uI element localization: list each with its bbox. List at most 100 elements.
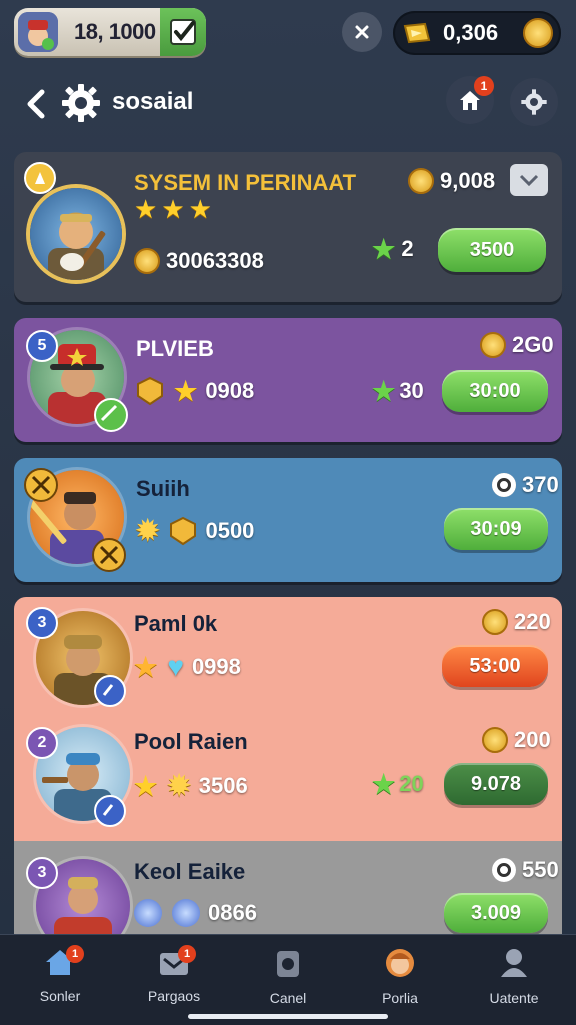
nav-item-porlia[interactable]: Porlia	[350, 947, 450, 1006]
nav-label: Pargaos	[147, 988, 201, 1004]
coin-value: 550	[522, 857, 559, 882]
team-card[interactable]: 5 PLVIEB 2G0 ★ 0908 ★ 30 30:00	[14, 318, 562, 442]
coin-stat: 9,008	[408, 168, 495, 194]
gold-coin-icon	[482, 609, 508, 635]
settings-gear-icon	[521, 89, 547, 115]
nav-item-pargaos[interactable]: 1 Pargaos	[124, 945, 224, 1004]
star-stat: ★ 30	[372, 378, 424, 404]
nav-label: Porlia	[382, 990, 418, 1006]
coin-stat: 200	[482, 727, 551, 753]
home-notification-badge: 1	[474, 76, 494, 96]
gold-coin-icon	[480, 332, 506, 358]
player-level-value: 18, 1000	[74, 19, 156, 44]
nav-badge: 1	[178, 945, 196, 963]
star-icon: ★	[134, 194, 158, 224]
home-indicator	[188, 1014, 388, 1019]
stat-value: 0908	[205, 378, 255, 403]
coin-stat: 550	[492, 857, 559, 883]
team-card[interactable]: Suiih 370 ✹ 0500 30:09	[14, 458, 562, 582]
screen-header: sosaial 1	[0, 76, 576, 132]
gold-ticket-icon	[403, 22, 431, 44]
stat-value: 0866	[208, 900, 257, 925]
stat-value: 0500	[205, 517, 255, 543]
card-title: Suiih	[136, 476, 190, 501]
team-card[interactable]: SYSEM IN PERINAAT ★ ★ ★ 9,008 30063308 ★…	[14, 152, 562, 302]
edit-icon	[94, 795, 126, 827]
sun-icon: ✹	[136, 515, 160, 546]
card-action-button[interactable]: 3.009	[444, 893, 548, 933]
gold-coin-icon	[523, 18, 553, 48]
player-avatar-icon	[18, 12, 58, 52]
currency-stat: 30063308	[134, 248, 264, 274]
green-star-icon: ★	[372, 234, 396, 264]
profile-avatar-icon	[386, 949, 414, 977]
star-stat: ★ 2	[372, 236, 414, 262]
home-button[interactable]: 1	[446, 76, 494, 124]
star-icon: ★	[134, 652, 158, 682]
sword-icon	[94, 398, 128, 432]
star-icon: ★	[174, 376, 198, 406]
rank-badge: 3	[26, 857, 58, 889]
timer-icon	[492, 858, 516, 882]
level-stat: ★ ♥ 0998	[134, 651, 241, 683]
nav-label: Uatente	[489, 990, 539, 1006]
coin-value: 370	[522, 472, 559, 497]
coin-stat: 2G0	[480, 332, 554, 358]
card-title: Keol Eaike	[134, 859, 246, 884]
shop-icon	[277, 951, 299, 977]
star-stat: ★ 20	[372, 771, 424, 797]
team-card[interactable]: 3 Keol Eaike 550 0866 3.009	[14, 841, 562, 934]
team-group-panel: 3 Paml 0k 220 ★ ♥ 0998 53:00 2 Pool Raie…	[14, 597, 562, 934]
level-stat: ✹ 0500	[136, 514, 254, 547]
star-count: 20	[399, 771, 424, 796]
stat-value: 3506	[198, 772, 248, 798]
level-stat: 0866	[134, 899, 257, 927]
coin-value: 9,008	[440, 168, 496, 193]
shield-icon	[170, 516, 197, 545]
gold-coin-icon	[482, 727, 508, 753]
expand-dropdown[interactable]	[510, 164, 548, 196]
card-action-button[interactable]: 9.078	[444, 763, 548, 805]
card-action-button[interactable]: 53:00	[442, 645, 548, 687]
rating-stars: ★ ★ ★	[134, 196, 212, 222]
nav-label: Sonler	[39, 988, 81, 1004]
bottom-nav: 1 Sonler 1 Pargaos Canel Porlia Uatente	[0, 934, 576, 1025]
gold-coin-icon	[408, 168, 434, 194]
card-action-button[interactable]: 30:09	[444, 508, 548, 550]
green-star-icon: ★	[372, 376, 396, 406]
page-title: sosaial	[112, 88, 194, 115]
shield-icon	[137, 376, 163, 406]
card-action-button[interactable]: 3500	[438, 228, 546, 272]
close-icon[interactable]	[342, 12, 382, 52]
chevron-down-icon	[519, 174, 539, 186]
coin-value: 200	[514, 727, 551, 752]
currency-value: 30063308	[166, 248, 264, 273]
crossed-swords-icon	[92, 538, 126, 572]
nav-label: Canel	[269, 990, 307, 1006]
card-title: Paml 0k	[134, 611, 218, 636]
back-chevron-icon[interactable]	[24, 88, 48, 120]
level-stat: ★ ✹ 3506	[134, 769, 248, 802]
gear-icon	[62, 84, 100, 122]
player-level-pill[interactable]: 18, 1000	[14, 8, 206, 56]
coin-value: 220	[514, 609, 551, 634]
nav-badge: 1	[66, 945, 84, 963]
nav-item-sonler[interactable]: 1 Sonler	[10, 945, 110, 1004]
gem-icon	[172, 899, 200, 927]
rank-badge	[24, 162, 56, 194]
currency-pill[interactable]: 0,306	[393, 11, 561, 55]
crossed-swords-icon	[24, 468, 58, 502]
card-action-button[interactable]: 30:00	[442, 370, 548, 412]
rank-badge: 2	[26, 727, 58, 759]
level-stat: ★ 0908	[136, 376, 254, 406]
card-title: SYSEM IN PERINAAT	[134, 170, 357, 195]
check-icon[interactable]	[160, 8, 206, 56]
top-bar: 18, 1000 0,306	[0, 8, 576, 56]
gold-coin-icon	[134, 248, 160, 274]
card-title: Pool Raien	[134, 729, 248, 754]
nav-item-canel[interactable]: Canel	[238, 947, 338, 1006]
user-icon	[501, 949, 527, 977]
sun-icon: ✹	[167, 770, 191, 801]
nav-item-uatente[interactable]: Uatente	[464, 947, 564, 1006]
settings-button[interactable]	[510, 78, 558, 126]
